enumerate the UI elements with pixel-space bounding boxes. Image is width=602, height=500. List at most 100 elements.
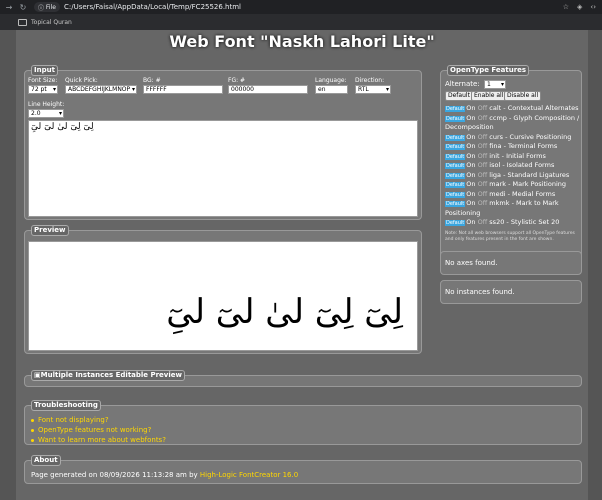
default-tag[interactable]: Default (445, 144, 466, 150)
off-toggle[interactable]: Off (478, 114, 488, 122)
info-icon: ⓘ (38, 4, 46, 12)
bookmark-topical-quran[interactable]: Topical Quran (18, 18, 72, 26)
feature-code: ccmp (489, 113, 507, 122)
fontcreator-link[interactable]: High-Logic FontCreator 16.0 (200, 471, 298, 479)
default-tag[interactable]: Default (445, 191, 466, 198)
language-input[interactable]: en (315, 85, 348, 94)
reload-icon[interactable]: ↻ (18, 3, 28, 12)
on-toggle[interactable]: On (466, 218, 475, 226)
sample-textarea[interactable]: لِیٓ لِیٓ لیٰ لیٓ لیِٓ (28, 120, 418, 217)
about-line: Page generated on 08/09/2026 11:13:28 am… (31, 471, 298, 479)
forward-icon[interactable]: → (4, 3, 14, 12)
multiple-instances-legend[interactable]: ▣Multiple Instances Editable Preview (31, 370, 185, 381)
default-tag[interactable]: Default (445, 172, 466, 179)
default-tag[interactable]: Default (445, 134, 466, 141)
on-toggle[interactable]: On (466, 171, 475, 179)
bullet-icon (31, 428, 34, 432)
feature-name: Medial Forms (512, 189, 556, 198)
feature-row: Decomposition (445, 123, 494, 131)
off-toggle[interactable]: Off (478, 199, 488, 207)
address-bar[interactable]: C:/Users/Faisal/AppData/Local/Temp/FC255… (64, 3, 563, 11)
on-toggle[interactable]: On (466, 180, 475, 188)
default-tag[interactable]: Default (445, 106, 466, 112)
feature-row: Default On Off ccmp - Glyph Composition / (445, 113, 580, 122)
bg-input[interactable]: FFFFFF (143, 85, 223, 94)
fg-label: FG: # (228, 77, 246, 84)
axes-panel: No axes found. (440, 251, 582, 275)
on-toggle[interactable]: On (466, 133, 475, 141)
feature-row: Default On Off medi - Medial Forms (445, 189, 556, 198)
preview-legend: Preview (31, 225, 69, 236)
feature-name: Terminal Forms (507, 142, 558, 150)
opentype-not-working-link[interactable]: OpenType features not working? (38, 426, 151, 434)
enable-all-button[interactable]: Enable all (471, 91, 507, 101)
sample-text: لِیٓ لِیٓ لیٰ لیٓ لیِٓ (31, 122, 94, 132)
direction-select[interactable]: RTL (355, 85, 391, 94)
disable-all-button[interactable]: Disable all (504, 91, 542, 101)
feature-row: Default On Off curs - Cursive Positioning (445, 132, 572, 141)
extension-icon[interactable]: ◈ (577, 3, 582, 11)
feature-row: Default On Off fina - Terminal Forms (445, 142, 558, 150)
on-toggle[interactable]: On (466, 104, 475, 112)
opentype-note: Note: Not all web browsers support all O… (445, 231, 575, 242)
off-toggle[interactable]: Off (478, 104, 488, 112)
bullet-icon (31, 418, 34, 422)
folder-icon (18, 18, 27, 26)
default-tag[interactable]: Default (445, 153, 466, 160)
troubleshooting-legend: Troubleshooting (31, 400, 101, 411)
quick-pick-select[interactable]: ABCDEFGHIJKLMNOP (65, 85, 137, 94)
default-tag[interactable]: Default (445, 163, 466, 169)
off-toggle[interactable]: Off (478, 171, 488, 179)
off-toggle[interactable]: Off (478, 190, 488, 198)
page-title: Web Font "Naskh Lahori Lite" (169, 32, 435, 51)
off-toggle[interactable]: Off (478, 133, 488, 141)
feature-name: Contextual Alternates (507, 104, 579, 112)
star-icon[interactable]: ☆ (563, 3, 569, 11)
font-size-label: Font Size: (28, 77, 58, 84)
direction-label: Direction: (355, 77, 385, 84)
default-tag[interactable]: Default (445, 182, 466, 188)
checkbox-icon: ▣ (34, 371, 41, 379)
feature-row: Positioning (445, 209, 480, 217)
feature-row: Default On Off isol - Isolated Forms (445, 161, 555, 169)
instances-text: No instances found. (445, 288, 515, 296)
feature-row: Default On Off init - Initial Forms (445, 151, 546, 160)
feature-code: calt (489, 104, 502, 112)
on-toggle[interactable]: On (466, 152, 475, 160)
feature-row: Default On Off mark - Mark Positioning (445, 180, 567, 188)
devtools-icon[interactable]: ‹› (590, 3, 596, 11)
on-toggle[interactable]: On (466, 190, 475, 198)
feature-name: Isolated Forms (506, 161, 555, 169)
axes-text: No axes found. (445, 259, 498, 267)
feature-row: Default On Off calt - Contextual Alternat… (445, 104, 579, 112)
fg-input[interactable]: 000000 (228, 85, 308, 94)
feature-code: init (489, 151, 500, 160)
input-legend: Input (31, 65, 58, 76)
line-height-select[interactable]: 2.0 (28, 109, 64, 118)
font-size-select[interactable]: 72 pt (28, 85, 58, 94)
default-tag[interactable]: Default (445, 115, 466, 122)
on-toggle[interactable]: On (466, 199, 475, 207)
feature-code: mark (489, 180, 507, 188)
feature-name: Decomposition (445, 123, 494, 131)
default-button[interactable]: Default (445, 91, 473, 101)
learn-webfonts-link[interactable]: Want to learn more about webfonts? (38, 436, 166, 444)
off-toggle[interactable]: Off (478, 161, 488, 169)
feature-name: Mark Positioning (512, 180, 567, 188)
on-toggle[interactable]: On (466, 114, 475, 122)
default-tag[interactable]: Default (445, 201, 466, 207)
quick-pick-label: Quick Pick: (65, 77, 98, 84)
list-item: Want to learn more about webfonts? (31, 435, 166, 445)
off-toggle[interactable]: Off (478, 142, 488, 150)
font-not-displaying-link[interactable]: Font not displaying? (38, 416, 109, 424)
off-toggle[interactable]: Off (478, 218, 488, 226)
default-tag[interactable]: Default (445, 220, 466, 226)
feature-code: ss20 (489, 218, 505, 226)
alternate-select[interactable]: 1 (484, 80, 506, 89)
off-toggle[interactable]: Off (478, 180, 488, 188)
preview-area[interactable]: لِیٓ لِیٓ لیٰ لیٓ لیِٓ (28, 241, 418, 351)
input-panel: Input Font Size: 72 pt Quick Pick: ABCDE… (24, 65, 422, 220)
on-toggle[interactable]: On (466, 161, 475, 169)
on-toggle[interactable]: On (466, 142, 475, 150)
off-toggle[interactable]: Off (478, 152, 488, 160)
